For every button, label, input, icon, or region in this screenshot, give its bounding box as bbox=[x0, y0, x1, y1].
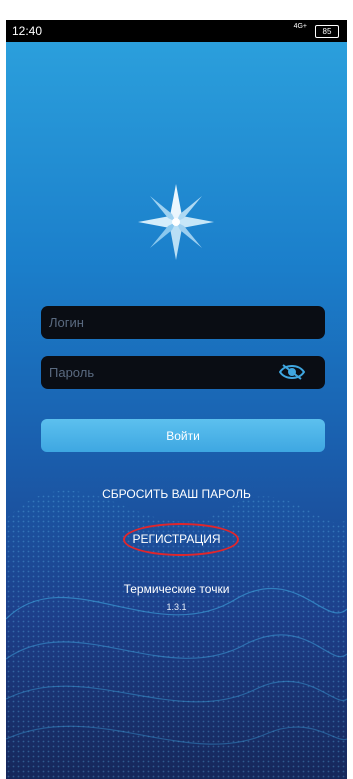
status-time: 12:40 bbox=[12, 24, 43, 38]
registration-link[interactable]: РЕГИСТРАЦИЯ bbox=[6, 532, 347, 546]
password-field[interactable] bbox=[41, 356, 325, 389]
status-bar: 12:40 4G+ 85 bbox=[6, 20, 347, 42]
cropped-header-strip bbox=[0, 0, 353, 20]
compass-star-icon bbox=[138, 184, 214, 260]
login-screen: Войти СБРОСИТЬ ВАШ ПАРОЛЬ РЕГИСТРАЦИЯ Те… bbox=[6, 42, 347, 779]
reset-password-link[interactable]: СБРОСИТЬ ВАШ ПАРОЛЬ bbox=[6, 487, 347, 501]
password-input[interactable] bbox=[41, 356, 279, 389]
login-field[interactable] bbox=[41, 306, 325, 339]
eye-off-icon[interactable] bbox=[279, 363, 305, 381]
app-version: 1.3.1 bbox=[166, 602, 187, 612]
signal-icon: 4G+ bbox=[293, 23, 307, 30]
app-name: Термические точки bbox=[123, 582, 230, 596]
login-button[interactable]: Войти bbox=[41, 419, 325, 452]
phone-screen: 12:40 4G+ 85 Логин Войти СБРОСИТЬ ВАШ ПА… bbox=[0, 0, 353, 779]
battery-icon: 85 bbox=[315, 25, 339, 38]
login-input[interactable] bbox=[41, 306, 279, 339]
